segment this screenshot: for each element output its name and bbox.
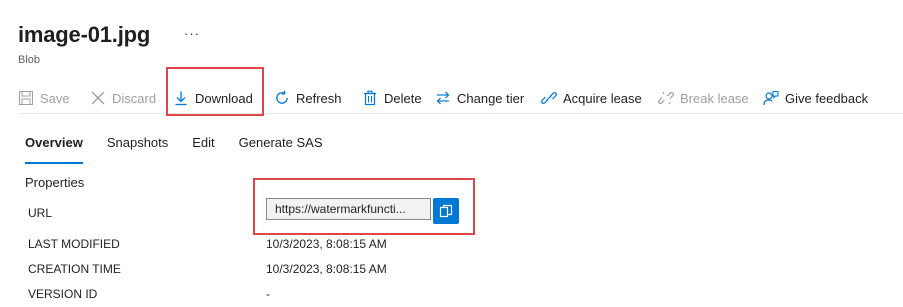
toolbar-divider [18,113,903,114]
refresh-icon [276,90,288,104]
version-id-value: - [266,287,270,301]
acquire-lease-button[interactable]: Acquire lease [541,84,658,112]
acquire-lease-label: Acquire lease [563,90,642,106]
copy-url-button[interactable] [433,198,459,224]
last-modified-value: 10/3/2023, 8:08:15 AM [266,237,387,251]
delete-label: Delete [384,90,422,106]
download-button[interactable]: Download [173,84,274,112]
last-modified-label: LAST MODIFIED [28,237,120,251]
copy-icon [439,204,453,218]
url-label: URL [28,206,53,220]
save-button[interactable]: Save [18,84,90,112]
save-label: Save [40,90,70,106]
creation-time-label: CREATION TIME [28,262,121,276]
change-tier-label: Change tier [457,90,525,106]
blob-details-pane: image-01.jpg ··· Blob Save Discard Downl… [0,0,903,307]
close-icon [91,91,105,105]
break-lease-label: Break lease [680,90,749,106]
broken-link-icon [658,91,674,105]
link-icon [541,92,557,104]
creation-time-value: 10/3/2023, 8:08:15 AM [266,262,387,276]
properties-heading: Properties [25,175,85,190]
page-title: image-01.jpg [18,22,151,47]
break-lease-button[interactable]: Break lease [658,84,763,112]
tab-generate-sas[interactable]: Generate SAS [239,135,323,159]
download-label: Download [195,90,253,106]
tab-edit[interactable]: Edit [192,135,214,159]
change-tier-button[interactable]: Change tier [435,84,541,112]
tab-snapshots[interactable]: Snapshots [107,135,168,159]
swap-arrows-icon [436,91,450,105]
url-field[interactable]: https://watermarkfuncti... [266,198,431,220]
delete-button[interactable]: Delete [362,84,435,112]
give-feedback-label: Give feedback [785,90,869,106]
more-options-button[interactable]: ··· [184,26,200,41]
refresh-button[interactable]: Refresh [274,84,362,112]
tab-bar: Overview Snapshots Edit Generate SAS [25,135,347,164]
refresh-label: Refresh [296,90,342,106]
download-icon [175,91,187,106]
give-feedback-button[interactable]: Give feedback [763,84,873,112]
save-icon [19,91,33,105]
trash-icon [364,90,376,106]
discard-label: Discard [112,90,157,106]
feedback-icon [763,90,779,106]
page-subtitle: Blob [18,54,41,66]
tab-overview[interactable]: Overview [25,135,83,164]
version-id-label: VERSION ID [28,287,98,301]
command-bar: Save Discard Download Refresh Delete Cha… [18,84,903,112]
discard-button[interactable]: Discard [90,84,173,112]
